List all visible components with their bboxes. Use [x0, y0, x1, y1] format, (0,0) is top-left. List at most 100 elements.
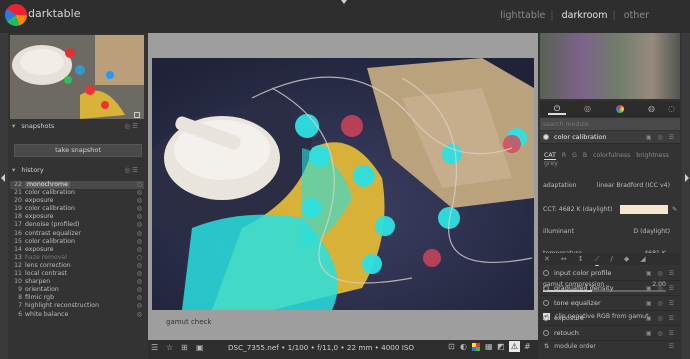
module-header-color-calibration[interactable]: color calibration ▣ ◎ ☰ — [540, 131, 680, 144]
view-lighttable[interactable]: lighttable — [500, 10, 545, 21]
base-modules-tab-icon[interactable]: ◎ — [584, 104, 591, 113]
adaptation-combobox[interactable]: adaptation linear Bradford (ICC v4) — [540, 180, 680, 191]
module-header[interactable]: graduated density ▣ ◎ ☰ — [540, 281, 680, 296]
arrows-icon: ⇅ — [544, 343, 550, 350]
right-panel-collapse-icon[interactable] — [685, 174, 689, 182]
tab-grey[interactable]: grey — [544, 160, 558, 167]
illuminant-color-swatch[interactable] — [620, 205, 668, 214]
focus-peaking-icon[interactable]: ⊡ — [448, 342, 455, 351]
history-item[interactable]: 16 contrast equalizer ◎ — [10, 230, 144, 238]
color-assessment-icon[interactable]: ◐ — [460, 342, 467, 351]
history-item[interactable]: 7 highlight reconstruction ◎ — [10, 302, 144, 310]
snapshots-label: snapshots — [21, 122, 55, 130]
module-header[interactable]: input color profile ▣ ◎ ☰ — [540, 266, 680, 281]
module-state-power-icon: ◎ — [136, 278, 142, 286]
module-state-power-icon: ◎ — [136, 286, 142, 294]
history-item[interactable]: 22 monochrome ○ — [10, 181, 144, 190]
module-state-power-icon: ◎ — [136, 237, 142, 245]
histogram[interactable] — [540, 33, 680, 99]
history-item[interactable]: 6 white balance ◎ — [10, 311, 144, 319]
history-item[interactable]: 18 exposure ◎ — [10, 213, 144, 221]
collapse-arrow-icon: ▾ — [12, 166, 16, 174]
history-item-label: orientation — [25, 286, 59, 294]
module-state-power-icon: ◎ — [136, 270, 142, 278]
module-actions-icon[interactable]: ▣ ◎ ☰ — [646, 311, 676, 326]
effect-modules-tab-icon[interactable]: ◌ — [668, 104, 675, 113]
history-item-number: 6 — [18, 310, 22, 318]
main-image[interactable] — [152, 58, 534, 310]
reset-icon[interactable]: ◎ ☰ — [124, 164, 138, 176]
history-item[interactable]: 9 orientation ◎ — [10, 286, 144, 294]
power-icon[interactable] — [543, 285, 549, 291]
top-panel-collapse-icon[interactable] — [341, 0, 347, 4]
history-item[interactable]: 19 color calibration ◎ — [10, 205, 144, 213]
history-item[interactable]: 17 denoise (profiled) ◎ — [10, 221, 144, 229]
module-header[interactable]: exposure ▣ ◎ ☰ — [540, 311, 680, 326]
module-header[interactable]: tone equalizer ▣ ◎ ☰ — [540, 296, 680, 311]
second-window-icon[interactable]: ▣ — [196, 343, 204, 352]
view-other[interactable]: other — [624, 10, 649, 21]
illuminant-combobox[interactable]: illuminant D (daylight) — [540, 226, 680, 237]
guides-icon[interactable]: # — [524, 342, 531, 351]
history-item[interactable]: 20 exposure ◎ — [10, 197, 144, 205]
power-icon[interactable] — [543, 300, 549, 306]
power-icon[interactable] — [543, 270, 549, 276]
module-actions-icon[interactable]: ▣ ◎ ☰ — [646, 266, 676, 281]
tab-brightness[interactable]: brightness — [636, 152, 669, 159]
tab-r[interactable]: R — [562, 152, 566, 159]
navigation-zoom-icon[interactable] — [134, 112, 140, 118]
power-icon[interactable] — [543, 315, 549, 321]
snapshots-header[interactable]: ▾ snapshots ◎ ☰ — [12, 120, 146, 132]
module-label: retouch — [554, 329, 579, 337]
module-state-power-icon: ◎ — [136, 245, 142, 253]
gamut-check-warning-icon[interactable]: ⚠ — [509, 341, 520, 352]
history-item[interactable]: 10 sharpen ◎ — [10, 278, 144, 286]
power-icon[interactable] — [543, 330, 549, 336]
history-item-label: haze removal — [25, 253, 67, 261]
correct-modules-tab-icon[interactable]: ◍ — [648, 104, 655, 113]
navigation-thumbnail[interactable] — [10, 35, 144, 119]
history-item[interactable]: 8 filmic rgb ◎ — [10, 294, 144, 302]
power-icon[interactable] — [543, 134, 549, 140]
module-actions-icon[interactable]: ▣ ◎ ☰ — [646, 296, 676, 311]
color-picker-icon[interactable]: ✎ — [672, 204, 677, 215]
history-item[interactable]: 14 exposure ◎ — [10, 246, 144, 254]
history-item[interactable]: 21 color calibration ◎ — [10, 189, 144, 197]
history-item-label: exposure — [25, 245, 54, 253]
tab-cat[interactable]: CAT — [544, 152, 556, 160]
active-modules-tab-icon[interactable]: ⏻ — [548, 104, 566, 115]
history-list: 22 monochrome ○ 21 color calibration ◎ 20 expos… — [10, 181, 144, 319]
module-toolbar: ✕↔↕⟋/◆◢ — [540, 253, 680, 265]
tab-colorfulness[interactable]: colorfulness — [593, 152, 630, 159]
module-state-power-icon: ◎ — [136, 221, 142, 229]
multi-instance-icon[interactable]: ✕↔↕⟋/◆◢ — [544, 255, 657, 263]
left-panel-collapse-icon[interactable] — [1, 174, 5, 182]
module-group-tabs: ⏻ ◎ ◍ ◌ — [540, 101, 680, 117]
quick-access-icon[interactable]: ☰ — [151, 343, 158, 352]
raw-overexposed-icon[interactable]: ▦ — [485, 342, 493, 351]
history-item-number: 8 — [18, 294, 22, 302]
history-header[interactable]: ▾ history ◎ ☰ — [12, 164, 146, 176]
presets-star-icon[interactable]: ☆ — [166, 343, 173, 352]
search-module-input[interactable] — [540, 118, 680, 130]
module-order-menu-icon[interactable]: ☰ — [668, 342, 674, 352]
module-actions-icon[interactable]: ▣ ◎ ☰ — [646, 326, 676, 341]
module-header[interactable]: retouch ▣ ◎ ☰ — [540, 326, 680, 341]
softproof-icon[interactable] — [472, 343, 480, 351]
tab-g[interactable]: G — [572, 152, 577, 159]
module-actions-icon[interactable]: ▣ ◎ ☰ — [646, 131, 676, 144]
color-modules-tab-icon[interactable] — [616, 105, 624, 113]
reset-icon[interactable]: ◎ ☰ — [124, 120, 138, 132]
module-state-power-icon: ◎ — [136, 310, 142, 318]
take-snapshot-button[interactable]: take snapshot — [14, 144, 142, 157]
tab-b[interactable]: B — [583, 152, 587, 159]
view-darkroom[interactable]: darkroom — [562, 10, 608, 21]
module-actions-icon[interactable]: ▣ ◎ ☰ — [646, 281, 676, 296]
clipping-icon[interactable]: ◩ — [497, 342, 505, 351]
styles-icon[interactable]: ⊞ — [181, 343, 188, 352]
history-item[interactable]: 11 local contrast ◎ — [10, 270, 144, 278]
history-item[interactable]: 15 color calibration ◎ — [10, 238, 144, 246]
module-order-row[interactable]: ⇅ module order ☰ — [540, 342, 680, 352]
history-item[interactable]: 13 haze removal ○ — [10, 254, 144, 262]
history-item[interactable]: 12 lens correction ◎ — [10, 262, 144, 270]
